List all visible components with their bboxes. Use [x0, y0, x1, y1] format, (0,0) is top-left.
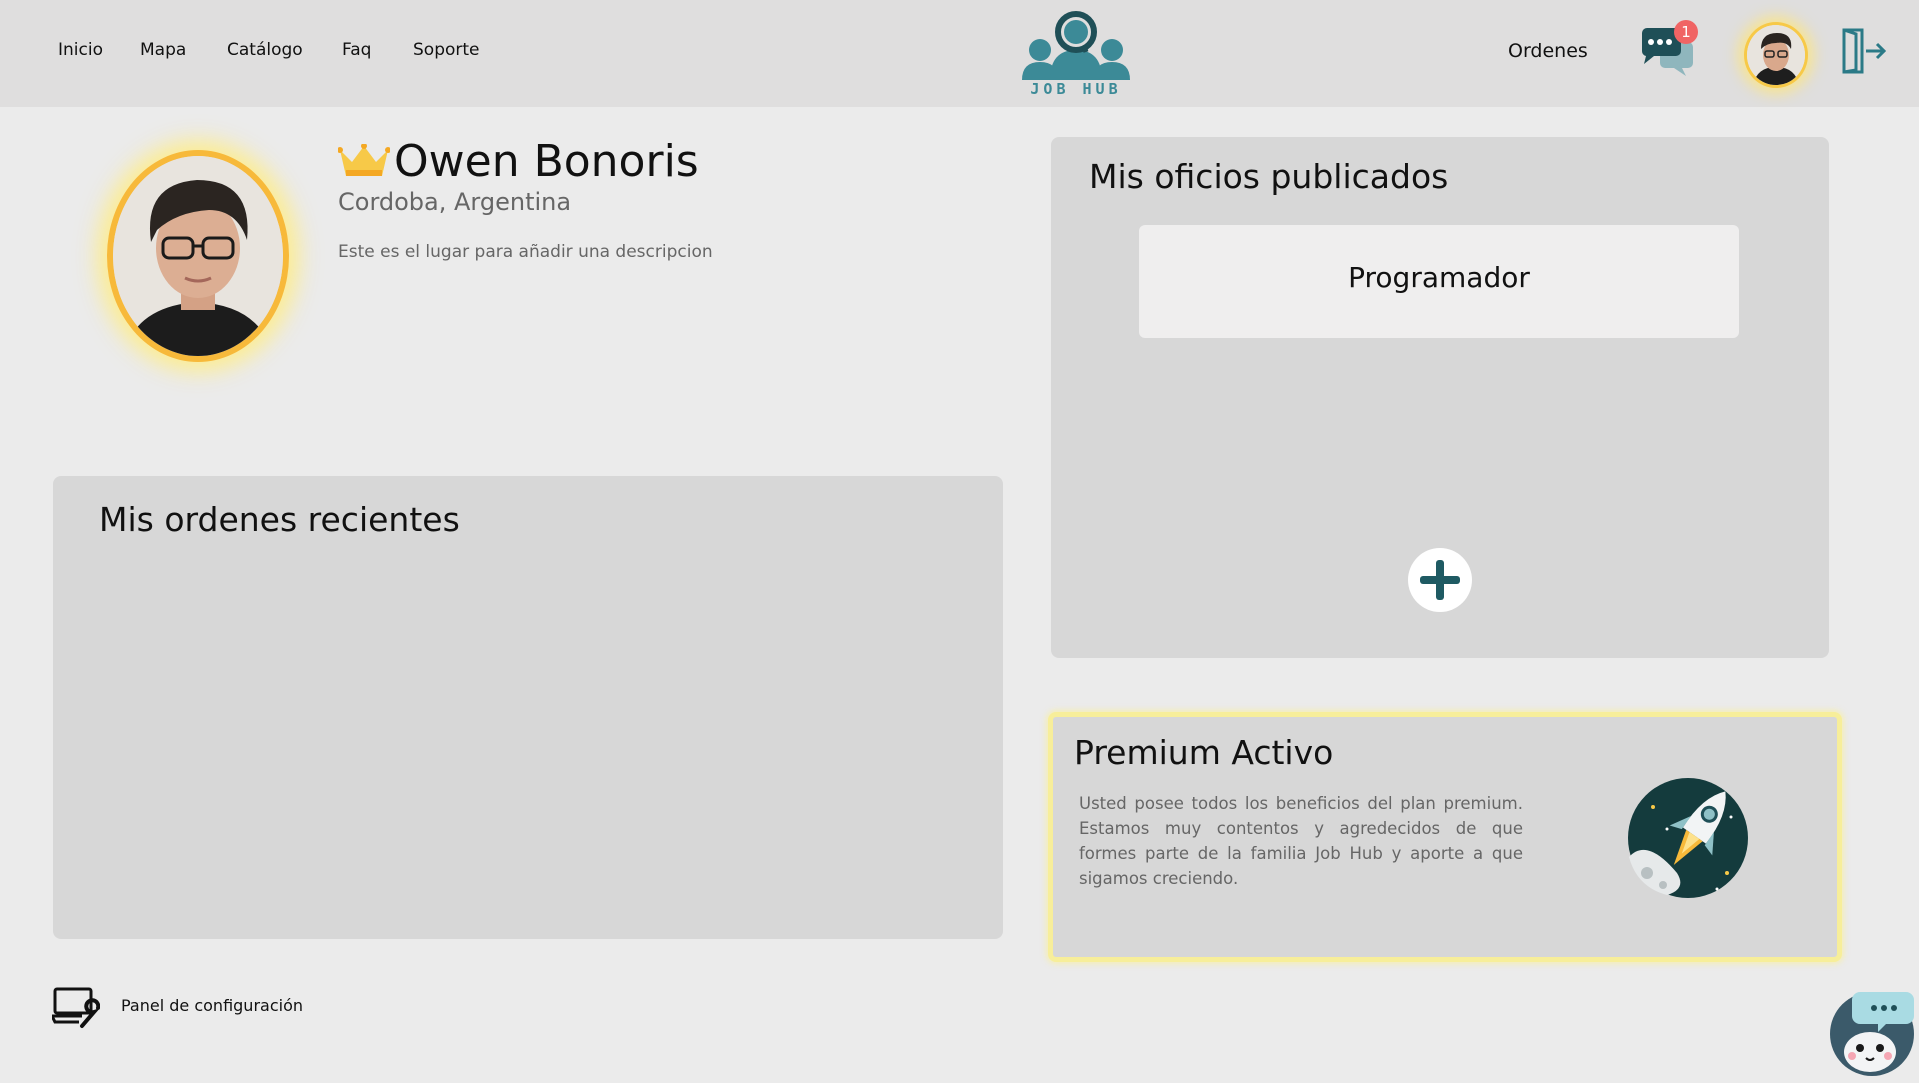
profile-photo — [107, 150, 289, 362]
add-job-button[interactable] — [1408, 548, 1472, 612]
plus-icon — [1420, 560, 1460, 600]
messages-badge: 1 — [1674, 20, 1698, 44]
job-card-label: Programador — [1348, 261, 1530, 294]
nav-faq[interactable]: Faq — [342, 40, 371, 60]
nav-mapa[interactable]: Mapa — [140, 40, 186, 60]
profile-location: Cordoba, Argentina — [338, 188, 572, 216]
nav-inicio[interactable]: Inicio — [58, 40, 103, 60]
avatar[interactable] — [1744, 22, 1808, 88]
crown-icon — [338, 144, 390, 176]
recent-orders-title: Mis ordenes recientes — [99, 500, 460, 539]
published-jobs-panel: Mis oficios publicados Programador — [1051, 137, 1829, 658]
premium-panel: Premium Activo Usted posee todos los ben… — [1048, 712, 1842, 962]
job-card[interactable]: Programador — [1139, 225, 1739, 338]
profile-description: Este es el lugar para añadir una descrip… — [338, 242, 713, 262]
logo-people-icon — [1022, 11, 1130, 80]
published-jobs-title: Mis oficios publicados — [1089, 157, 1449, 196]
logo-text: JOB HUB — [1030, 80, 1122, 98]
recent-orders-panel: Mis ordenes recientes — [53, 476, 1003, 939]
orders-link[interactable]: Ordenes — [1508, 40, 1588, 62]
premium-description: Usted posee todos los beneficios del pla… — [1079, 794, 1523, 888]
rocket-icon — [1627, 777, 1749, 899]
top-navbar: Inicio Mapa Catálogo Faq Soporte JOB HUB… — [0, 0, 1919, 107]
job-hub-logo[interactable]: JOB HUB — [1020, 10, 1132, 100]
nav-soporte[interactable]: Soporte — [413, 40, 480, 60]
profile-name: Owen Bonoris — [394, 136, 699, 187]
laptop-wrench-icon — [52, 987, 100, 1028]
logout-icon[interactable] — [1840, 28, 1887, 74]
premium-title: Premium Activo — [1074, 733, 1334, 772]
user-portrait-icon — [113, 156, 283, 356]
nav-catalogo[interactable]: Catálogo — [227, 40, 303, 60]
chatbot-icon[interactable] — [1826, 984, 1919, 1079]
config-panel-label: Panel de configuración — [121, 996, 303, 1015]
user-photo-icon — [1747, 25, 1805, 85]
